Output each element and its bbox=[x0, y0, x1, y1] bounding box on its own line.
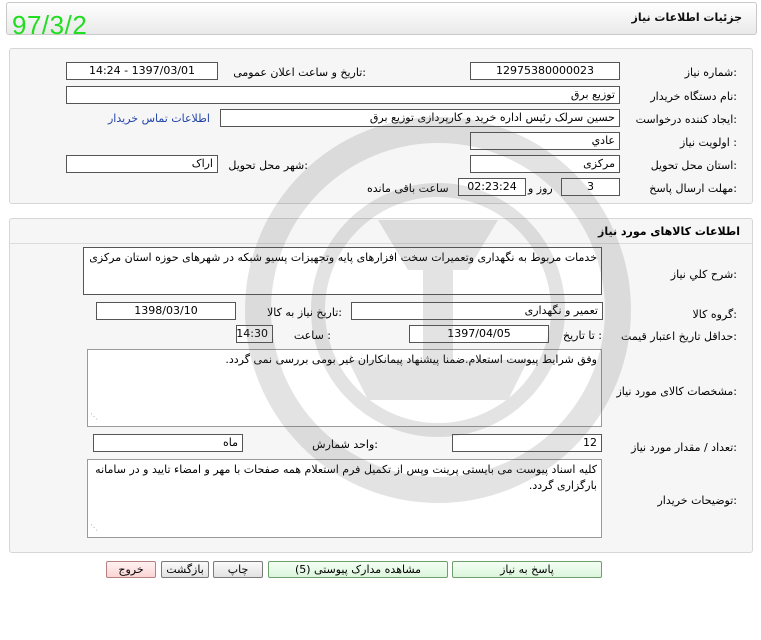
page-title: جزئیات اطلاعات نیاز bbox=[631, 11, 743, 24]
resize-grip-icon[interactable]: ⋰ bbox=[90, 409, 98, 425]
until-date-field: 1397/04/05 bbox=[409, 325, 549, 343]
requester-label: ایجاد کننده درخواست: bbox=[635, 113, 737, 126]
specs-text: وفق شرایط پیوست استعلام.ضمنا پیشنهاد پیم… bbox=[225, 353, 597, 366]
priority-label: اولویت نیاز : bbox=[679, 136, 737, 149]
resize-grip-icon[interactable]: ⋰ bbox=[90, 520, 98, 536]
province-label: استان محل تحویل: bbox=[650, 159, 737, 172]
time-left-suffix: ساعت باقی مانده bbox=[367, 182, 449, 195]
back-button[interactable]: بازگشت bbox=[161, 561, 209, 578]
summary-label: شرح کلي نياز: bbox=[670, 268, 737, 281]
quantity-field: 12 bbox=[452, 434, 602, 452]
buyer-notes-text: کلیه اسناد پیوست می بایستی پرینت وپس از … bbox=[95, 463, 597, 492]
deadline-label: مهلت ارسال پاسخ: bbox=[649, 182, 737, 195]
unit-field: ماه bbox=[93, 434, 243, 452]
page-header: جزئیات اطلاعات نیاز bbox=[6, 2, 757, 35]
need-date-field: 1398/03/10 bbox=[96, 302, 236, 320]
announce-field: 1397/03/01 - 14:24 bbox=[66, 62, 218, 80]
view-attachments-button[interactable]: مشاهده مدارک پیوستی (5) bbox=[268, 561, 448, 578]
buyer-contact-link[interactable]: اطلاعات تماس خریدار bbox=[108, 112, 210, 125]
city-label: شهر محل تحویل: bbox=[228, 159, 308, 172]
time-field: 14:30 bbox=[236, 325, 273, 343]
print-button[interactable]: چاپ bbox=[213, 561, 263, 578]
days-suffix: روز و bbox=[528, 182, 553, 195]
days-field: 3 bbox=[561, 178, 620, 196]
min-price-date-label: حداقل تاریخ اعتبار قیمت: bbox=[621, 330, 737, 343]
need-number-label: شماره نیاز: bbox=[684, 66, 737, 79]
group-field: تعمیر و نگهداری bbox=[351, 302, 603, 320]
unit-label: واحد شمارش: bbox=[312, 438, 378, 451]
until-date-label: تا تاریخ : bbox=[563, 329, 602, 342]
buyer-org-field: توزیع برق bbox=[66, 86, 620, 104]
summary-field: خدمات مربوط به نگهداری وتعمیرات سخت افزا… bbox=[83, 247, 602, 295]
province-field: مرکزی bbox=[470, 155, 620, 173]
buyer-notes-field: کلیه اسناد پیوست می بایستی پرینت وپس از … bbox=[87, 459, 602, 538]
goods-section-title: اطلاعات کالاهای مورد نیاز bbox=[598, 225, 740, 238]
time-left-field: 02:23:24 bbox=[458, 178, 526, 196]
reply-button[interactable]: پاسخ به نیاز bbox=[452, 561, 602, 578]
buyer-org-label: نام دستگاه خریدار: bbox=[650, 90, 737, 103]
time-label: ساعت : bbox=[293, 329, 331, 342]
announce-label: تاریخ و ساعت اعلان عمومی: bbox=[233, 66, 366, 79]
city-field: اراک bbox=[66, 155, 218, 173]
specs-label: مشخصات کالای مورد نیاز: bbox=[616, 385, 737, 398]
priority-field: عادي bbox=[470, 132, 620, 150]
requester-field: حسین سرلک رئیس اداره خرید و کارپردازی تو… bbox=[220, 109, 620, 127]
group-label: گروه کالا: bbox=[692, 308, 737, 321]
section-divider bbox=[10, 243, 752, 244]
specs-field: وفق شرایط پیوست استعلام.ضمنا پیشنهاد پیم… bbox=[87, 349, 602, 427]
need-date-label: تاریخ نیاز به کالا: bbox=[267, 306, 342, 319]
buyer-notes-label: توضیحات خریدار: bbox=[657, 494, 738, 507]
need-number-field: 12975380000023 bbox=[470, 62, 620, 80]
exit-button[interactable]: خروج bbox=[106, 561, 156, 578]
date-stamp: 97/3/2 bbox=[12, 10, 88, 40]
quantity-label: تعداد / مقدار مورد نیاز: bbox=[631, 441, 737, 454]
